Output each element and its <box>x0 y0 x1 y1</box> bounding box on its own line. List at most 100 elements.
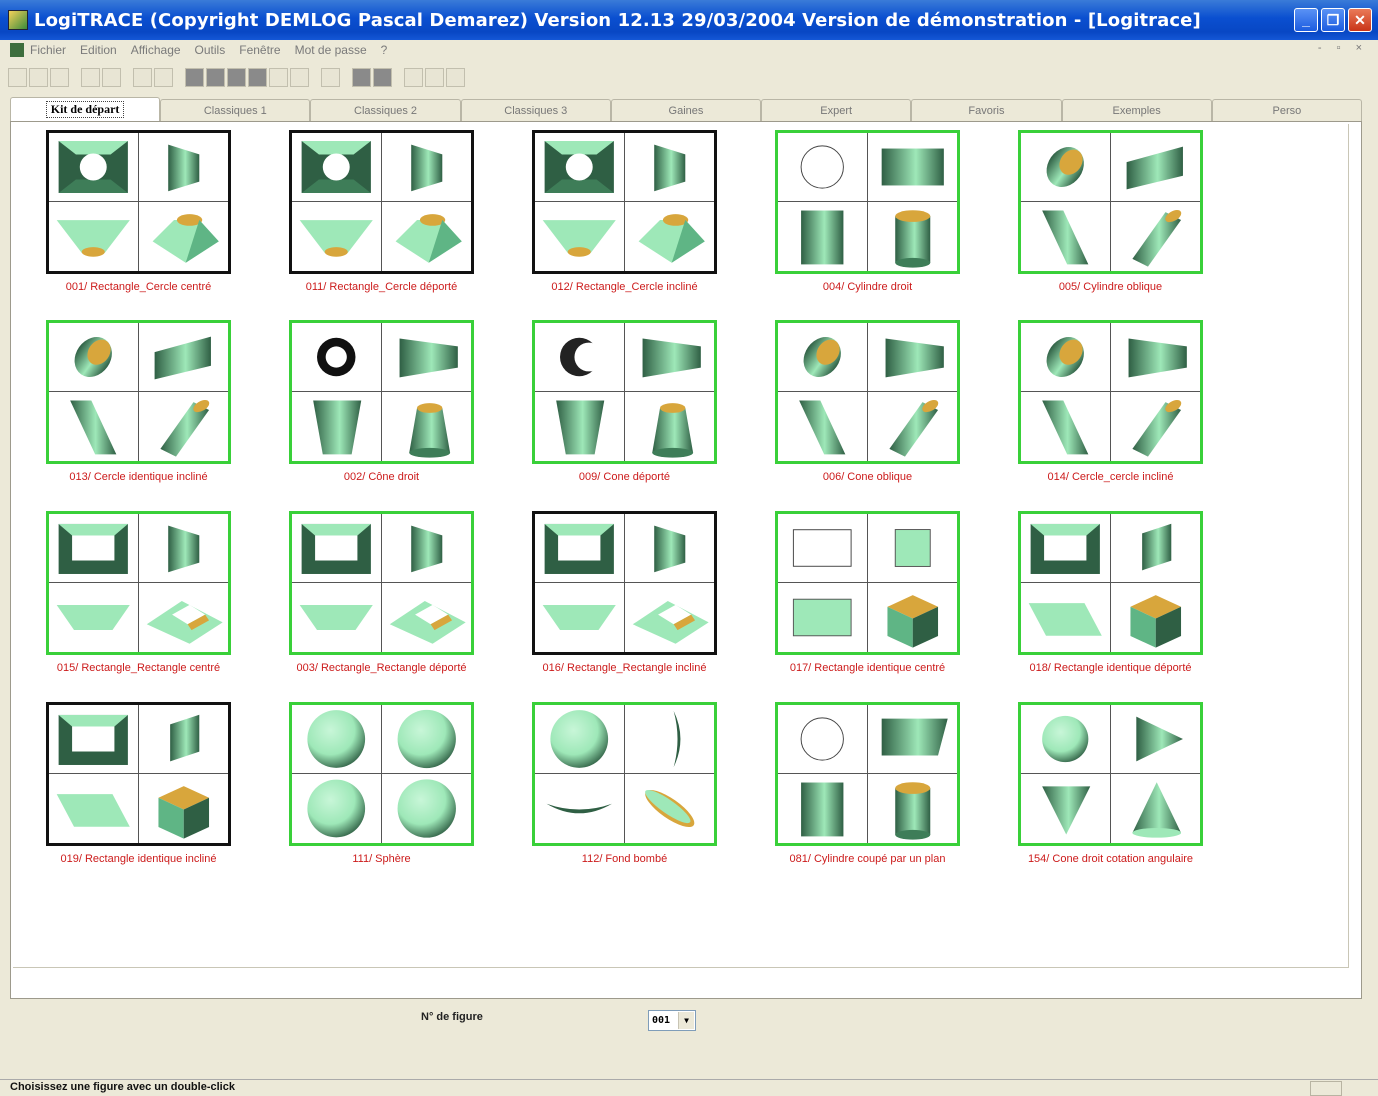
figure-thumbnail[interactable] <box>775 511 960 655</box>
menu-fenetre[interactable]: Fenêtre <box>239 43 280 57</box>
hierarchy-icon[interactable] <box>425 67 444 87</box>
figure-card[interactable]: 154/ Cone droit cotation angulaire <box>1018 702 1218 865</box>
figure-thumbnail[interactable] <box>289 511 474 655</box>
figure-card[interactable]: 081/ Cylindre coupé par un plan <box>775 702 975 865</box>
open-folder-icon[interactable] <box>29 67 48 87</box>
figure-thumbnail[interactable] <box>1018 511 1203 655</box>
tile-icon[interactable] <box>352 67 371 87</box>
close-button[interactable]: ✕ <box>1348 8 1372 32</box>
figure-card[interactable]: 112/ Fond bombé <box>532 702 732 865</box>
minimize-button[interactable]: _ <box>1294 8 1318 32</box>
restore-button[interactable]: ❐ <box>1321 8 1345 32</box>
figure-card[interactable]: 004/ Cylindre droit <box>775 130 975 293</box>
save-icon[interactable] <box>50 67 69 87</box>
figure-card[interactable]: 012/ Rectangle_Cercle incliné <box>532 130 732 293</box>
figure-thumbnail[interactable] <box>46 320 231 464</box>
trapezoid-side-icon <box>138 133 228 202</box>
figure-thumbnail[interactable] <box>46 130 231 274</box>
oblique-front-icon <box>778 392 868 461</box>
frame-icon[interactable] <box>321 67 340 87</box>
layout-4-icon[interactable] <box>248 67 267 87</box>
figure-caption: 081/ Cylindre coupé par un plan <box>789 853 946 865</box>
tab-classiques-1[interactable]: Classiques 1 <box>160 99 311 121</box>
tools-icon[interactable] <box>446 67 465 87</box>
figure-card[interactable]: 017/ Rectangle identique centré <box>775 511 975 674</box>
figure-card[interactable]: 018/ Rectangle identique déporté <box>1018 511 1218 674</box>
tab-gaines[interactable]: Gaines <box>610 99 762 121</box>
tab-expert[interactable]: Expert <box>761 99 912 121</box>
tab-favoris[interactable]: Favoris <box>911 99 1062 121</box>
title-bar: LogiTRACE (Copyright DEMLOG Pascal Demar… <box>0 0 1378 40</box>
layout-3-icon[interactable] <box>227 67 246 87</box>
figure-thumbnail[interactable] <box>1018 702 1203 846</box>
frustum-3d-icon <box>139 202 229 271</box>
menu-edition[interactable]: Edition <box>80 43 117 57</box>
oblique-top-icon <box>1021 323 1111 392</box>
document-icon[interactable] <box>10 43 24 57</box>
figure-caption: 014/ Cercle_cercle incliné <box>1047 471 1174 483</box>
menu-fichier[interactable]: Fichier <box>30 43 66 57</box>
crescent-top-icon <box>535 323 625 392</box>
figure-card[interactable]: 015/ Rectangle_Rectangle centré <box>46 511 246 674</box>
menu-mot-de-passe[interactable]: Mot de passe <box>295 43 367 57</box>
tab-kit-de-depart[interactable]: Kit de départ <box>10 97 161 121</box>
figure-card[interactable]: 003/ Rectangle_Rectangle déporté <box>289 511 489 674</box>
network-icon[interactable] <box>404 67 423 87</box>
view-single-icon[interactable] <box>133 67 152 87</box>
figure-thumbnail[interactable] <box>289 702 474 846</box>
layout-2-icon[interactable] <box>206 67 225 87</box>
cascade-icon[interactable] <box>373 67 392 87</box>
figure-thumbnail[interactable] <box>532 702 717 846</box>
figure-caption: 002/ Cône droit <box>343 471 420 483</box>
figure-card[interactable]: 009/ Cone déporté <box>532 320 732 483</box>
layout-1-icon[interactable] <box>185 67 204 87</box>
cone-side-icon <box>381 323 471 392</box>
mdi-window-controls[interactable]: - ▫ × <box>1318 42 1368 54</box>
figure-card[interactable]: 016/ Rectangle_Rectangle incliné <box>532 511 732 674</box>
figure-thumbnail[interactable] <box>775 320 960 464</box>
figure-card[interactable]: 013/ Cercle identique incliné <box>46 320 246 483</box>
menu-help[interactable]: ? <box>381 43 388 57</box>
tab-perso[interactable]: Perso <box>1211 99 1362 121</box>
figure-caption: 017/ Rectangle identique centré <box>789 662 946 674</box>
figure-card[interactable]: 111/ Sphère <box>289 702 489 865</box>
figure-thumbnail[interactable] <box>289 130 474 274</box>
new-file-icon[interactable] <box>8 67 27 87</box>
app-icon[interactable] <box>8 10 28 30</box>
tree-icon[interactable] <box>290 67 309 87</box>
tab-classiques-2[interactable]: Classiques 2 <box>310 99 461 121</box>
figure-card[interactable]: 006/ Cone oblique <box>775 320 975 483</box>
figure-thumbnail[interactable] <box>46 511 231 655</box>
cone-front-icon <box>535 392 625 461</box>
figure-thumbnail[interactable] <box>775 702 960 846</box>
figure-thumbnail[interactable] <box>775 130 960 274</box>
figure-card[interactable]: 005/ Cylindre oblique <box>1018 130 1218 293</box>
menu-outils[interactable]: Outils <box>195 43 226 57</box>
tab-classiques-3[interactable]: Classiques 3 <box>460 99 611 121</box>
tab-exemples[interactable]: Exemples <box>1061 99 1212 121</box>
figure-thumbnail[interactable] <box>532 511 717 655</box>
list-icon[interactable] <box>269 67 288 87</box>
view-grid-icon[interactable] <box>154 67 173 87</box>
figure-thumbnail[interactable] <box>46 702 231 846</box>
figure-card[interactable]: 011/ Rectangle_Cercle déporté <box>289 130 489 293</box>
chevron-down-icon[interactable]: ▼ <box>678 1012 694 1029</box>
figure-number-select[interactable]: 001 ▼ <box>648 1010 696 1031</box>
figure-thumbnail[interactable] <box>1018 130 1203 274</box>
cone-top-icon <box>1021 705 1111 774</box>
menu-affichage[interactable]: Affichage <box>131 43 181 57</box>
figure-card[interactable]: 014/ Cercle_cercle incliné <box>1018 320 1218 483</box>
figure-card[interactable]: 019/ Rectangle identique incliné <box>46 702 246 865</box>
cylinder-3d-icon <box>868 202 958 271</box>
box-3d-icon <box>1111 583 1201 652</box>
dish-3d-icon <box>625 774 715 843</box>
figure-thumbnail[interactable] <box>1018 320 1203 464</box>
figure-thumbnail[interactable] <box>532 130 717 274</box>
print-icon[interactable] <box>81 67 100 87</box>
figure-card[interactable]: 001/ Rectangle_Cercle centré <box>46 130 246 293</box>
figure-thumbnail[interactable] <box>289 320 474 464</box>
figure-thumbnail[interactable] <box>532 320 717 464</box>
copy-icon[interactable] <box>102 67 121 87</box>
figure-card[interactable]: 002/ Cône droit <box>289 320 489 483</box>
oblique-top-icon <box>1021 133 1111 202</box>
